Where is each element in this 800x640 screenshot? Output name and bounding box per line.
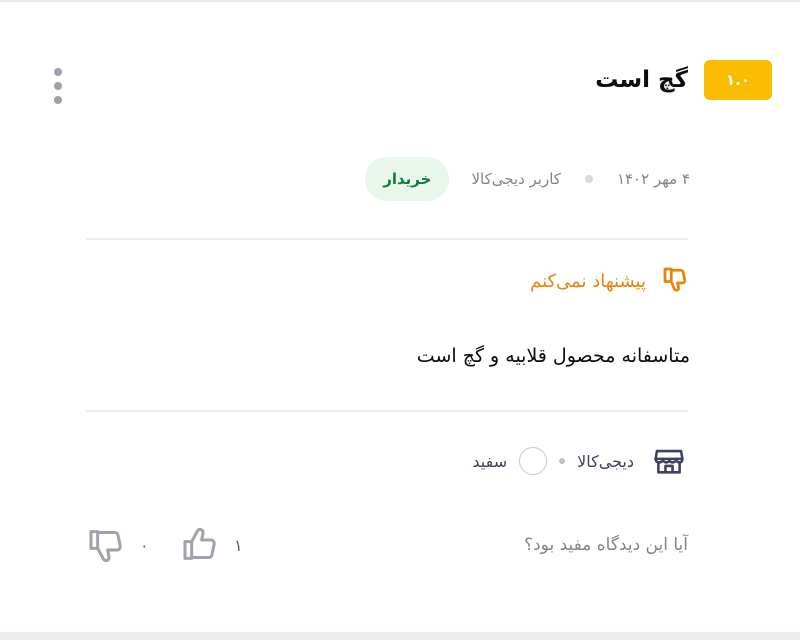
more-vertical-icon-dot [54,96,62,104]
review-date: ۴ مهر ۱۴۰۲ [616,170,690,188]
like-button[interactable]: ۱ [180,524,243,566]
thumb-up-icon [180,525,220,565]
review-title: گچ است [595,67,688,93]
color-swatch [519,447,548,475]
divider-bottom [86,410,688,412]
like-count: ۱ [234,535,243,555]
dislike-count: ۰ [140,535,149,555]
bottom-strip [0,632,800,640]
more-options-button[interactable] [50,68,66,104]
recommendation-status: پیشنهاد نمی‌کنم [530,262,690,300]
separator-dot [584,175,593,183]
top-border [0,0,800,2]
recommendation-label: پیشنهاد نمی‌کنم [530,270,646,292]
rating-badge: ۱.۰ [704,60,772,100]
separator-dot [559,458,566,464]
review-body: متاسفانه محصول قلابیه و گچ است [416,345,690,367]
thumb-down-icon [86,525,126,565]
purchase-info: دیجی‌کالا سفید [472,440,686,482]
thumb-down-icon [660,264,690,298]
dislike-button[interactable]: ۰ [86,524,149,566]
color-name: سفید [472,451,508,471]
more-vertical-icon-dot [54,82,62,90]
review-meta: ۴ مهر ۱۴۰۲ کاربر دیجی‌کالا خریدار [365,156,690,202]
rating-value: ۱.۰ [725,71,750,89]
more-vertical-icon [54,68,62,76]
review-author: کاربر دیجی‌کالا [471,170,561,188]
review-header: ۱.۰ گچ است [40,52,772,112]
store-icon [652,444,686,478]
buyer-badge: خریدار [365,157,450,201]
helpful-question: آیا این دیدگاه مفید بود؟ [524,535,688,555]
divider-top [86,238,688,240]
seller-name: دیجی‌کالا [577,451,634,471]
